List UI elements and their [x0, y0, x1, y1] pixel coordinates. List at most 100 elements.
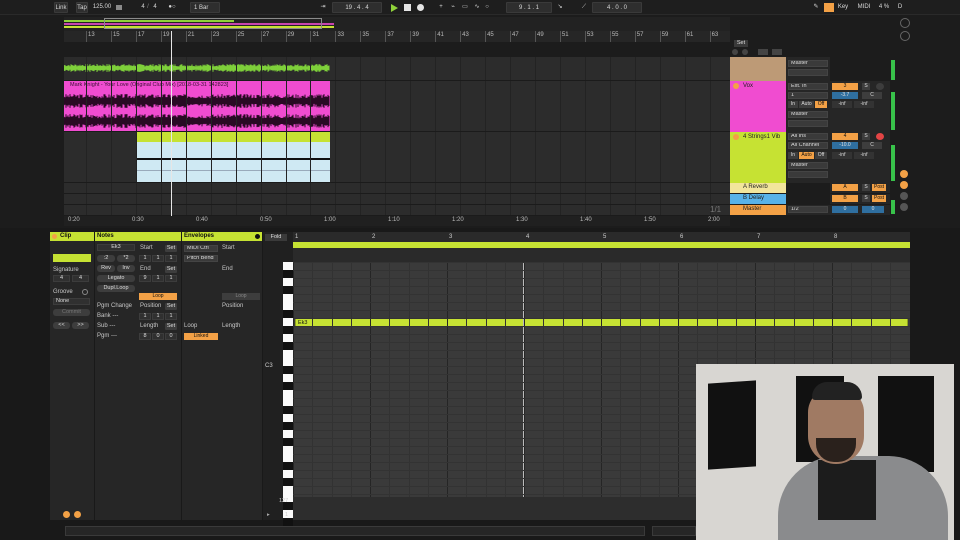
- io-toggle-buttons[interactable]: [900, 170, 908, 212]
- position-set-button[interactable]: Set: [165, 303, 177, 310]
- send-a-field[interactable]: -inf: [832, 101, 852, 108]
- loop-switch[interactable]: Loop: [139, 293, 177, 300]
- overdub-icon[interactable]: +: [437, 2, 445, 13]
- track-fold-icon[interactable]: [733, 83, 739, 89]
- envelope-fold-icon[interactable]: [254, 233, 261, 240]
- volume-field[interactable]: -3.7: [832, 92, 858, 99]
- output-channel-menu[interactable]: [788, 69, 828, 76]
- clip-color-swatch[interactable]: [53, 254, 91, 262]
- position-beat[interactable]: 1: [152, 313, 164, 320]
- send-a-field[interactable]: -inf: [832, 152, 852, 159]
- pan-field[interactable]: C: [862, 92, 882, 99]
- volume-field[interactable]: -10.0: [832, 142, 858, 149]
- punch-in-icon[interactable]: ↘: [556, 2, 564, 13]
- track-lane-1[interactable]: [64, 57, 736, 81]
- track-name-vox[interactable]: Vox: [743, 83, 753, 89]
- phase-icon[interactable]: ●○: [166, 2, 178, 13]
- length-sixteenth[interactable]: 0: [165, 333, 177, 340]
- piano-black-key[interactable]: [283, 310, 293, 318]
- output-type-menu[interactable]: Master: [788, 111, 828, 118]
- midi-map-button[interactable]: MIDI: [856, 2, 872, 13]
- lock-icon[interactable]: [772, 49, 782, 55]
- loop-start-field[interactable]: 9 . 1 . 1: [506, 2, 552, 13]
- stop-icon[interactable]: [404, 4, 411, 11]
- overview-viewport[interactable]: [104, 18, 322, 29]
- piano-black-key[interactable]: [283, 366, 293, 374]
- reverse-button[interactable]: Rev: [97, 265, 115, 272]
- solo-button[interactable]: S: [862, 83, 870, 90]
- return-activator[interactable]: B: [832, 195, 858, 202]
- duplicate-loop-button[interactable]: Dupl.Loop: [97, 285, 135, 292]
- time-ruler[interactable]: 0:20 0:30 0:40 0:50 1:00 1:10 1:20 1:30 1:40 1:50…: [64, 216, 730, 226]
- piano-black-key[interactable]: [283, 270, 293, 278]
- clip-box-toggle-icon-2[interactable]: [74, 511, 81, 518]
- scroll-down-icon[interactable]: [900, 31, 910, 41]
- midi-clip-header[interactable]: [136, 132, 330, 142]
- loop-brace[interactable]: [293, 242, 910, 248]
- play-icon[interactable]: [391, 4, 398, 12]
- track-fold-icon[interactable]: [733, 134, 739, 140]
- master-pan-field[interactable]: 0: [862, 206, 884, 213]
- solo-button[interactable]: S: [862, 133, 870, 140]
- scroll-up-icon[interactable]: [900, 18, 910, 28]
- metronome-icon[interactable]: [116, 5, 122, 10]
- arm-button[interactable]: [876, 83, 884, 90]
- monitor-off[interactable]: Off: [815, 101, 827, 108]
- return-name-a[interactable]: A Reverb: [743, 184, 768, 190]
- piano-black-key[interactable]: [283, 462, 293, 470]
- return-lane-a[interactable]: [64, 183, 736, 194]
- start-bar[interactable]: 1: [139, 255, 151, 262]
- end-set-button[interactable]: Set: [165, 266, 177, 273]
- clip-box-toggle-icon[interactable]: [63, 511, 70, 518]
- piano-black-key[interactable]: [283, 286, 293, 294]
- record-icon[interactable]: [417, 4, 424, 11]
- groove-pool-icon[interactable]: [82, 289, 88, 295]
- piano-keys[interactable]: [283, 262, 293, 526]
- piano-black-key[interactable]: [283, 518, 293, 526]
- input-type-menu[interactable]: All Ins: [788, 133, 828, 140]
- return-header-b[interactable]: B Delay: [730, 194, 786, 204]
- nudge-back-button[interactable]: <<: [53, 322, 70, 329]
- pan-field[interactable]: C: [862, 142, 882, 149]
- send-b-field[interactable]: -inf: [854, 152, 874, 159]
- sub-bank-field[interactable]: Sub ---: [97, 323, 115, 329]
- position-bar[interactable]: 1: [139, 313, 151, 320]
- send-b-field[interactable]: -inf: [854, 101, 874, 108]
- position-sixteenth[interactable]: 1: [165, 313, 177, 320]
- beat-ruler[interactable]: 13 15 17 19 21 23 25 27 29 31 33 35 37 39 41 43 45 47 49 51…: [64, 31, 730, 42]
- input-channel-menu[interactable]: 1: [788, 92, 828, 99]
- piano-black-key[interactable]: [283, 342, 293, 350]
- tap-button[interactable]: Tap: [76, 2, 88, 13]
- track-header-1[interactable]: [730, 57, 786, 81]
- input-channel-menu[interactable]: All Channel: [788, 142, 828, 149]
- signature-denominator[interactable]: 4: [152, 2, 158, 13]
- envelope-loop-switch[interactable]: Loop: [222, 293, 260, 300]
- clip-signature-numerator[interactable]: 4: [53, 275, 70, 282]
- arm-button[interactable]: [876, 133, 884, 140]
- piano-black-key[interactable]: [283, 478, 293, 486]
- track-header-vox[interactable]: Vox: [730, 81, 786, 132]
- monitor-in[interactable]: In: [788, 101, 798, 108]
- master-volume-field[interactable]: 0: [832, 206, 858, 213]
- piano-black-key[interactable]: [283, 382, 293, 390]
- piano-black-key[interactable]: [283, 422, 293, 430]
- clip-signature-denominator[interactable]: 4: [72, 275, 89, 282]
- output-type-menu[interactable]: Master: [788, 162, 828, 169]
- input-type-menu[interactable]: Ext. In: [788, 83, 828, 90]
- length-bar[interactable]: 8: [139, 333, 151, 340]
- bank-field[interactable]: Bank ---: [97, 313, 118, 319]
- audio-clip-vox[interactable]: Mark Knight - Your Love (Original Club M…: [64, 81, 330, 131]
- track-activator[interactable]: 4: [832, 133, 858, 140]
- return-header-a[interactable]: A Reverb: [730, 183, 786, 193]
- status-bar-field[interactable]: [652, 526, 696, 536]
- pencil-icon[interactable]: ✎: [812, 2, 820, 13]
- master-output-menu[interactable]: 1/2: [788, 206, 828, 213]
- set-locator-button[interactable]: Set: [734, 40, 748, 47]
- piano-roll-ruler[interactable]: 1 2 3 4 5 6 7 8: [293, 232, 910, 262]
- envelope-device-menu[interactable]: MIDI Ctrl: [184, 245, 218, 252]
- loop-length-field[interactable]: 4 . 0 . 0: [592, 2, 642, 13]
- halve-button[interactable]: :2: [97, 255, 115, 262]
- envelope-control-menu[interactable]: Pitch Bend: [184, 255, 218, 262]
- master-name[interactable]: Master: [743, 206, 761, 212]
- link-button[interactable]: Link: [54, 2, 68, 13]
